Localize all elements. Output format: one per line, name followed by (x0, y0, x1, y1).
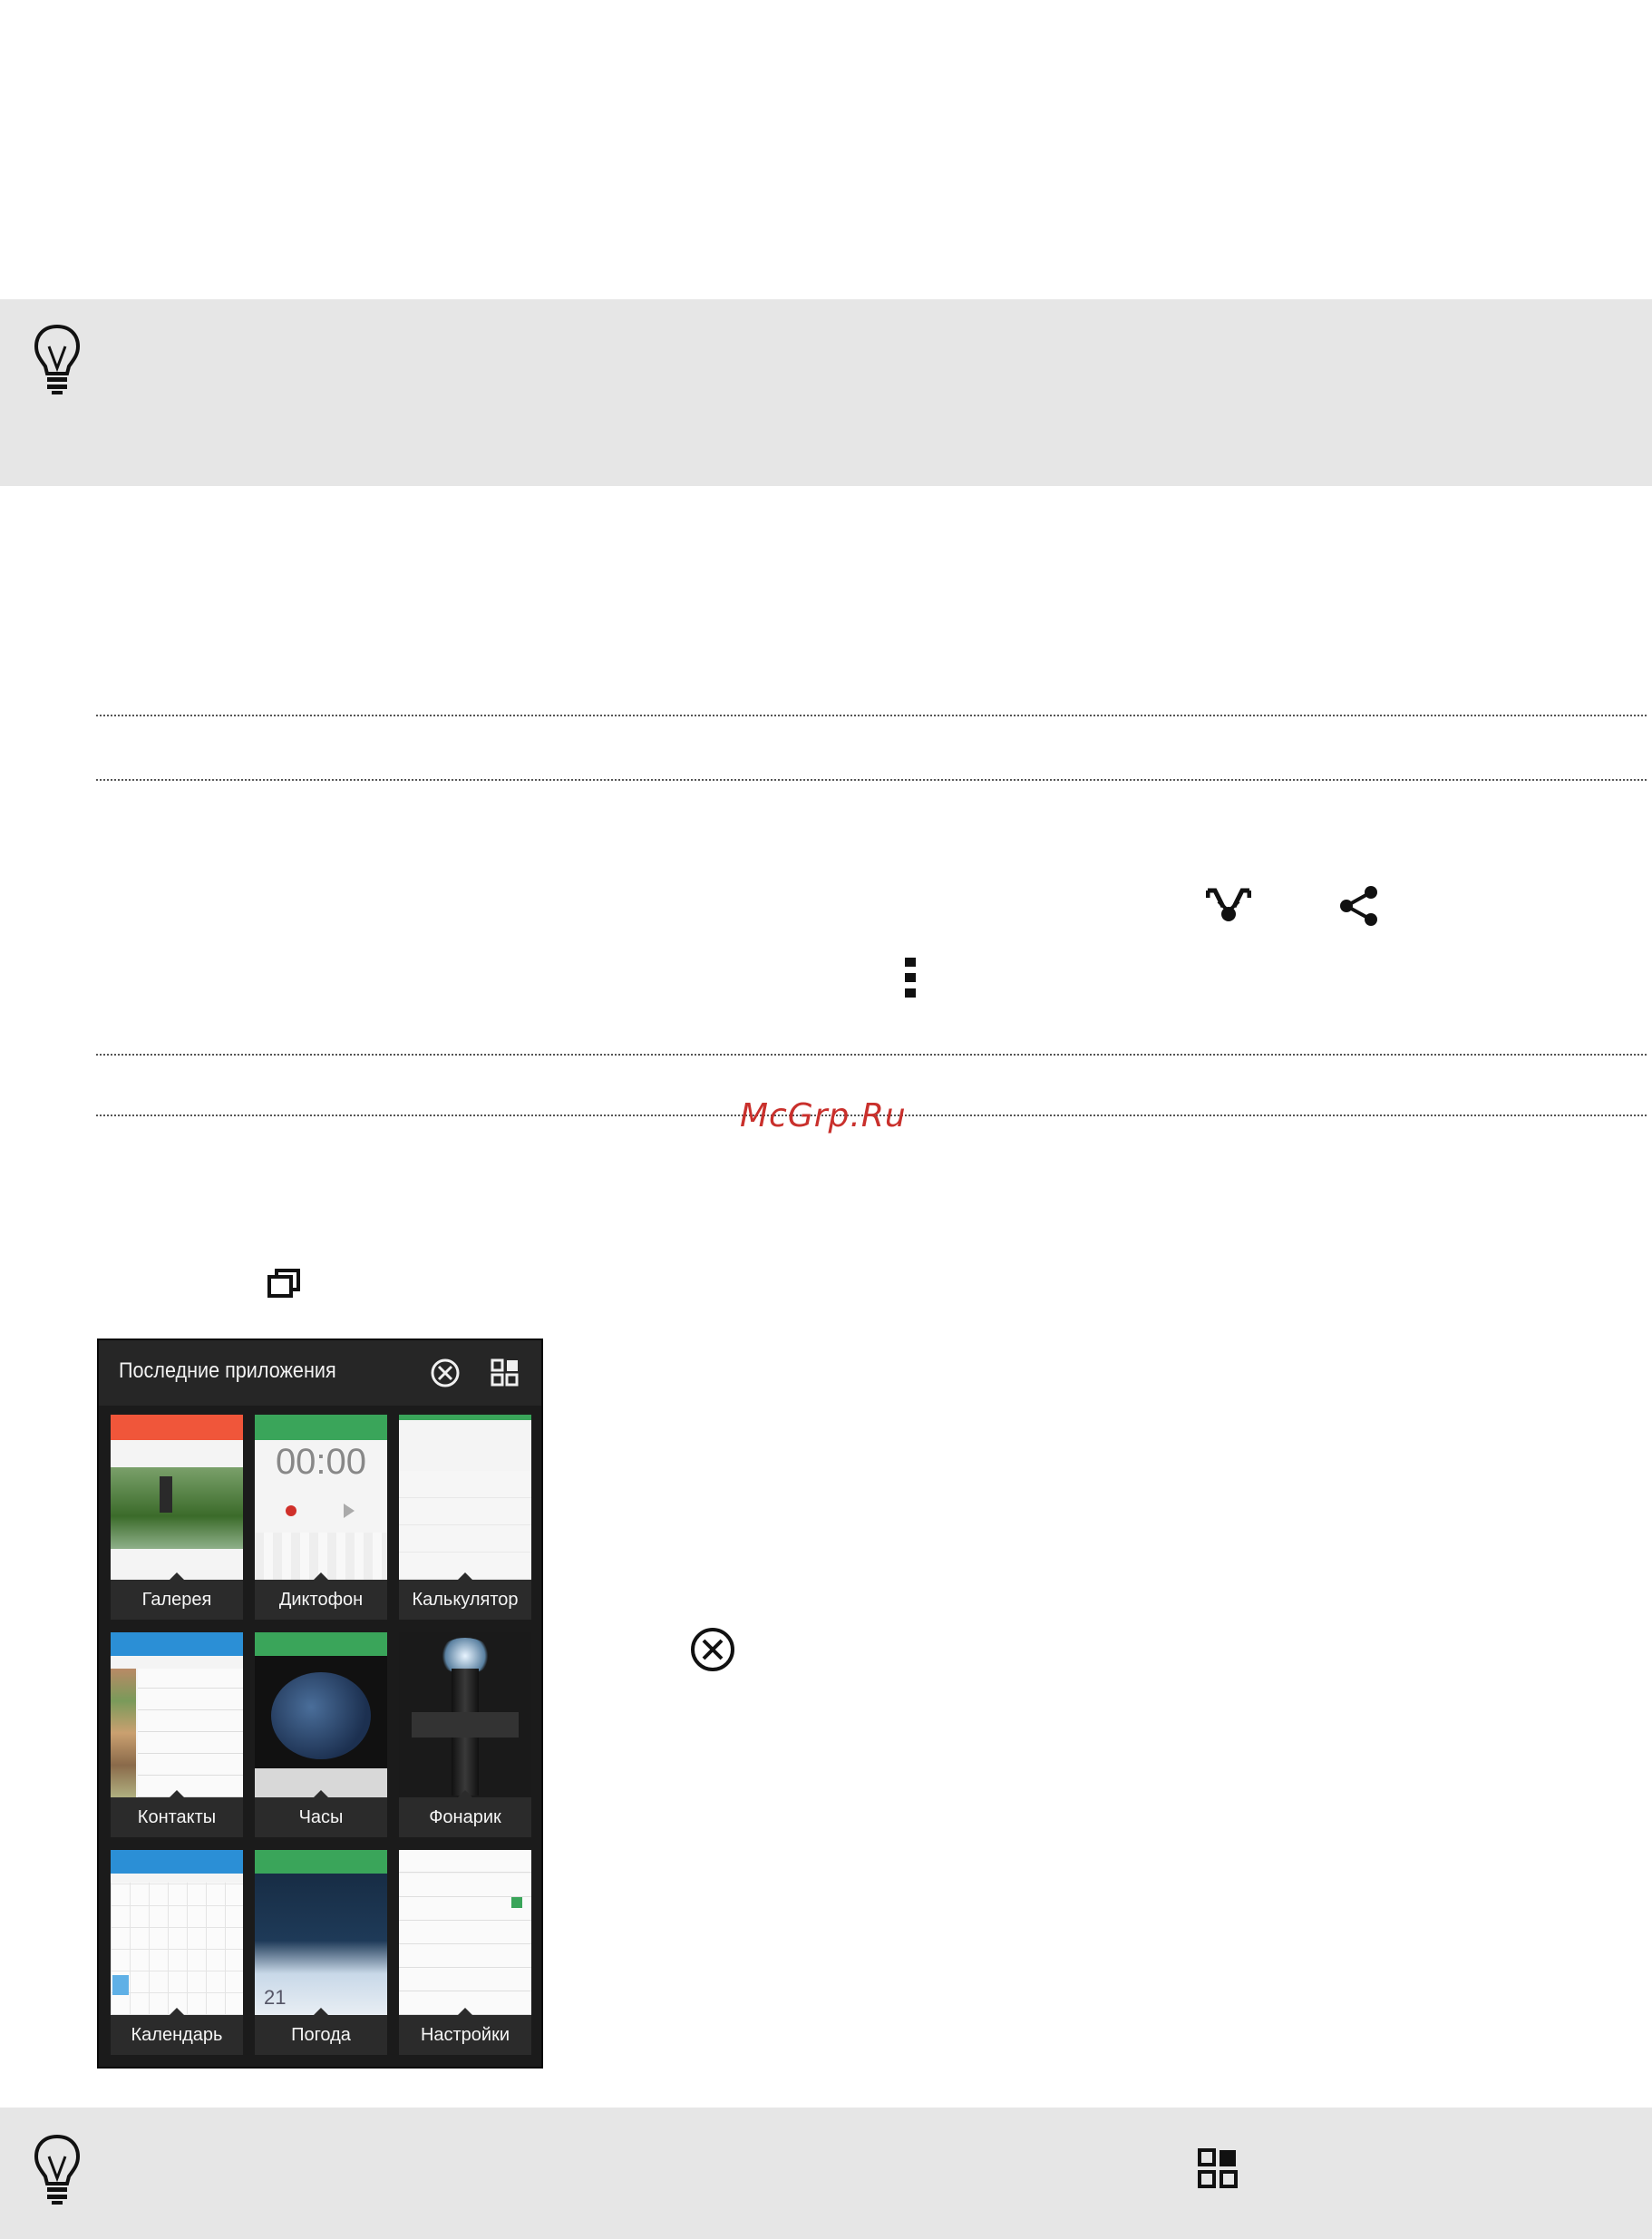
calendar-thumbnail (111, 1850, 243, 2015)
grid-view-icon (1198, 2148, 1238, 2188)
recent-apps-screenshot: Последние приложения Галерея 00:00 Дикто… (97, 1339, 543, 2069)
lightbulb-icon (34, 324, 81, 394)
recent-apps-header: Последние приложения (99, 1340, 541, 1406)
grid-view-icon[interactable] (491, 1358, 520, 1387)
close-all-icon (691, 1628, 734, 1671)
separator-3 (96, 1054, 1647, 1056)
app-label: Настройки (420, 2025, 510, 2045)
app-card-voice-recorder[interactable]: 00:00 Диктофон (255, 1415, 387, 1620)
overflow-menu-icon (905, 958, 916, 998)
app-label: Фонарик (429, 1807, 501, 1827)
app-card-weather[interactable]: 21 Погода (255, 1850, 387, 2055)
recorder-timer: 00:00 (275, 1442, 367, 1482)
beam-icon (1206, 888, 1251, 921)
app-label: Калькулятор (412, 1590, 519, 1610)
app-label: Календарь (131, 2025, 223, 2045)
separator-1 (96, 715, 1647, 716)
app-card-flashlight[interactable]: Фонарик (399, 1632, 531, 1837)
share-icon (1340, 886, 1377, 926)
app-label: Диктофон (278, 1590, 364, 1610)
weather-thumbnail: 21 (255, 1850, 387, 2015)
gallery-thumbnail (111, 1415, 243, 1580)
app-label: Погода (291, 2025, 351, 2045)
watermark: McGrp.Ru (740, 1097, 907, 1134)
app-card-clock[interactable]: Часы (255, 1632, 387, 1837)
separator-2 (96, 779, 1647, 781)
clock-thumbnail (255, 1632, 387, 1797)
tip-band-bottom (0, 2108, 1652, 2239)
contacts-thumbnail (111, 1632, 243, 1797)
flashlight-thumbnail (399, 1632, 531, 1797)
recent-apps-title: Последние приложения (119, 1358, 336, 1383)
app-card-contacts[interactable]: Контакты (111, 1632, 243, 1837)
app-label: Галерея (141, 1590, 212, 1610)
app-card-settings[interactable]: Настройки (399, 1850, 531, 2055)
tip-band-top (0, 299, 1652, 486)
voice-recorder-thumbnail: 00:00 (255, 1415, 387, 1580)
calculator-thumbnail (399, 1415, 531, 1580)
settings-thumbnail (399, 1850, 531, 2015)
app-label: Контакты (137, 1807, 217, 1827)
app-card-calculator[interactable]: Калькулятор (399, 1415, 531, 1620)
recent-apps-icon (267, 1269, 300, 1298)
app-label: Часы (298, 1807, 344, 1827)
app-card-calendar[interactable]: Календарь (111, 1850, 243, 2055)
close-all-icon[interactable] (429, 1357, 462, 1389)
lightbulb-icon (34, 2134, 81, 2205)
weather-temp: 21 (264, 1986, 287, 2009)
app-card-gallery[interactable]: Галерея (111, 1415, 243, 1620)
